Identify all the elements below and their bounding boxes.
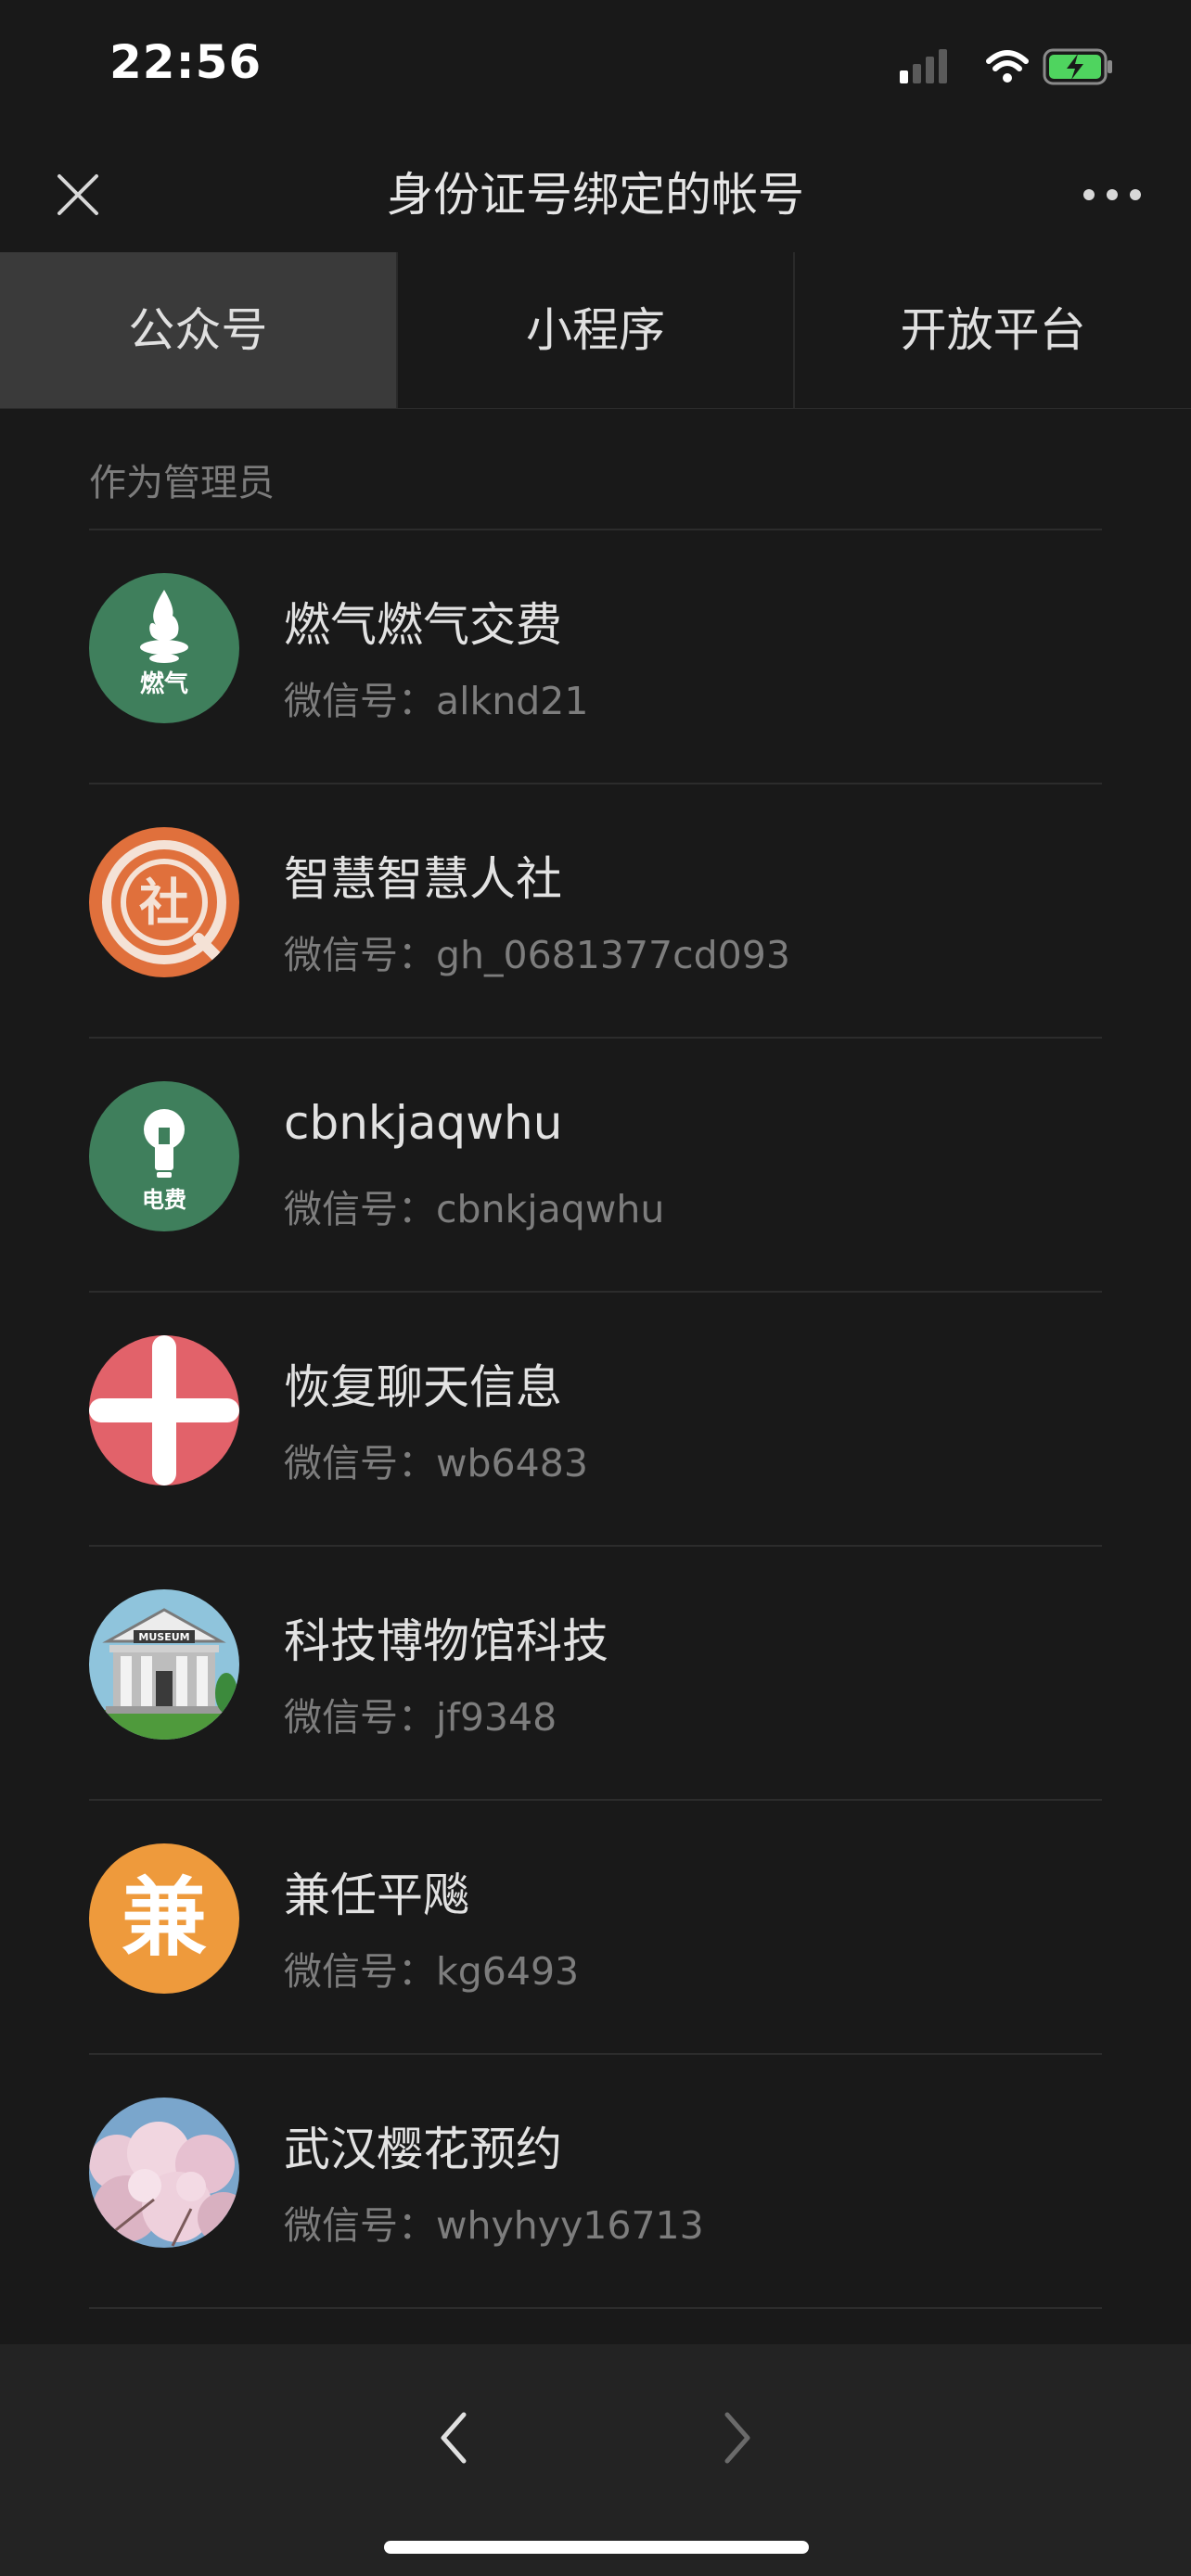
tab-open-platform[interactable]: 开放平台 — [795, 252, 1191, 408]
status-time: 22:56 — [109, 35, 263, 89]
id-prefix: 微信号： — [284, 2203, 436, 2248]
avatar-text: 燃气 — [140, 670, 188, 698]
id-value: whyhyy16713 — [436, 2203, 704, 2248]
status-bar: 22:56 — [0, 0, 1191, 139]
social-security-icon: 社 — [89, 827, 239, 977]
avatar-text: 社 — [139, 874, 189, 932]
cellular-signal-icon — [900, 49, 947, 83]
more-button[interactable] — [1080, 169, 1145, 221]
home-indicator[interactable] — [384, 2541, 809, 2554]
id-value: gh_0681377cd093 — [436, 933, 790, 977]
list-item[interactable]: MUSEUM 科技博物馆科技 微信号：jf9348 — [89, 1547, 1102, 1801]
list-item[interactable]: 恢复聊天信息 微信号：wb6483 — [89, 1293, 1102, 1547]
account-id: 微信号：wb6483 — [284, 1432, 588, 1487]
list-item[interactable]: 电费 cbnkjaqwhu 微信号：cbnkjaqwhu — [89, 1039, 1102, 1293]
id-value: wb6483 — [436, 1441, 588, 1486]
jian-character-icon: 兼 — [89, 1843, 239, 1994]
tab-mini-programs[interactable]: 小程序 — [397, 252, 796, 408]
plus-cross-icon — [89, 1335, 239, 1486]
page-title: 身份证号绑定的帐号 — [387, 168, 804, 222]
id-value: jf9348 — [436, 1695, 557, 1740]
tab-official-accounts[interactable]: 公众号 — [0, 252, 398, 408]
account-name: 恢复聊天信息 — [284, 1360, 562, 1414]
account-name: 燃气燃气交费 — [284, 598, 562, 652]
id-prefix: 微信号： — [284, 1695, 436, 1740]
forward-button[interactable] — [709, 2405, 764, 2470]
avatar: 电费 — [89, 1081, 239, 1231]
id-prefix: 微信号： — [284, 1441, 436, 1486]
wifi-icon — [986, 50, 1029, 83]
avatar-text: 电费 — [142, 1187, 186, 1213]
battery-charging-icon — [1043, 48, 1112, 85]
gas-flame-icon: 燃气 — [89, 573, 239, 723]
account-list: 燃气 燃气燃气交费 微信号：alknd21 社 智慧智慧人社 微信号：gh_06… — [89, 529, 1102, 2309]
list-item[interactable]: 燃气 燃气燃气交费 微信号：alknd21 — [89, 530, 1102, 784]
id-value: cbnkjaqwhu — [436, 1187, 665, 1231]
id-prefix: 微信号： — [284, 933, 436, 977]
list-item[interactable]: 兼 兼任平飚 微信号：kg6493 — [89, 1801, 1102, 2055]
account-id: 微信号：gh_0681377cd093 — [284, 924, 790, 979]
account-name: 兼任平飚 — [284, 1868, 469, 1922]
status-icons — [894, 45, 1117, 89]
close-button[interactable] — [48, 165, 108, 224]
cherry-blossom-icon — [89, 2098, 239, 2248]
tab-bar: 公众号 小程序 开放平台 — [0, 252, 1191, 409]
lightbulb-icon: 电费 — [89, 1081, 239, 1231]
chevron-left-icon — [441, 2412, 467, 2464]
nav-header: 身份证号绑定的帐号 — [0, 139, 1191, 250]
account-id: 微信号：jf9348 — [284, 1686, 557, 1741]
account-name: 智慧智慧人社 — [284, 852, 562, 906]
avatar: 兼 — [89, 1843, 239, 1994]
id-value: kg6493 — [436, 1949, 580, 1994]
section-label: 作为管理员 — [89, 462, 275, 504]
avatar: 燃气 — [89, 573, 239, 723]
more-dots-icon — [1083, 189, 1141, 200]
account-id: 微信号：kg6493 — [284, 1940, 579, 1996]
list-item[interactable]: 社 智慧智慧人社 微信号：gh_0681377cd093 — [89, 784, 1102, 1039]
museum-icon: MUSEUM — [89, 1589, 239, 1740]
account-id: 微信号：cbnkjaqwhu — [284, 1178, 664, 1233]
account-name: 科技博物馆科技 — [284, 1614, 608, 1668]
avatar — [89, 1335, 239, 1486]
bottom-toolbar — [0, 2344, 1191, 2576]
id-prefix: 微信号： — [284, 1187, 436, 1231]
account-name: 武汉樱花预约 — [284, 2123, 562, 2176]
account-id: 微信号：alknd21 — [284, 670, 588, 725]
avatar: 社 — [89, 827, 239, 977]
account-name: cbnkjaqwhu — [284, 1096, 563, 1150]
avatar-text: 兼 — [122, 1868, 207, 1968]
chevron-right-icon — [724, 2412, 750, 2464]
account-id: 微信号：whyhyy16713 — [284, 2194, 704, 2250]
avatar-text: MUSEUM — [138, 1631, 189, 1643]
back-button[interactable] — [427, 2405, 482, 2470]
id-prefix: 微信号： — [284, 679, 436, 723]
id-prefix: 微信号： — [284, 1949, 436, 1994]
avatar: MUSEUM — [89, 1589, 239, 1740]
avatar — [89, 2098, 239, 2248]
list-item[interactable]: 武汉樱花预约 微信号：whyhyy16713 — [89, 2055, 1102, 2309]
close-icon — [58, 174, 98, 215]
id-value: alknd21 — [436, 679, 589, 723]
